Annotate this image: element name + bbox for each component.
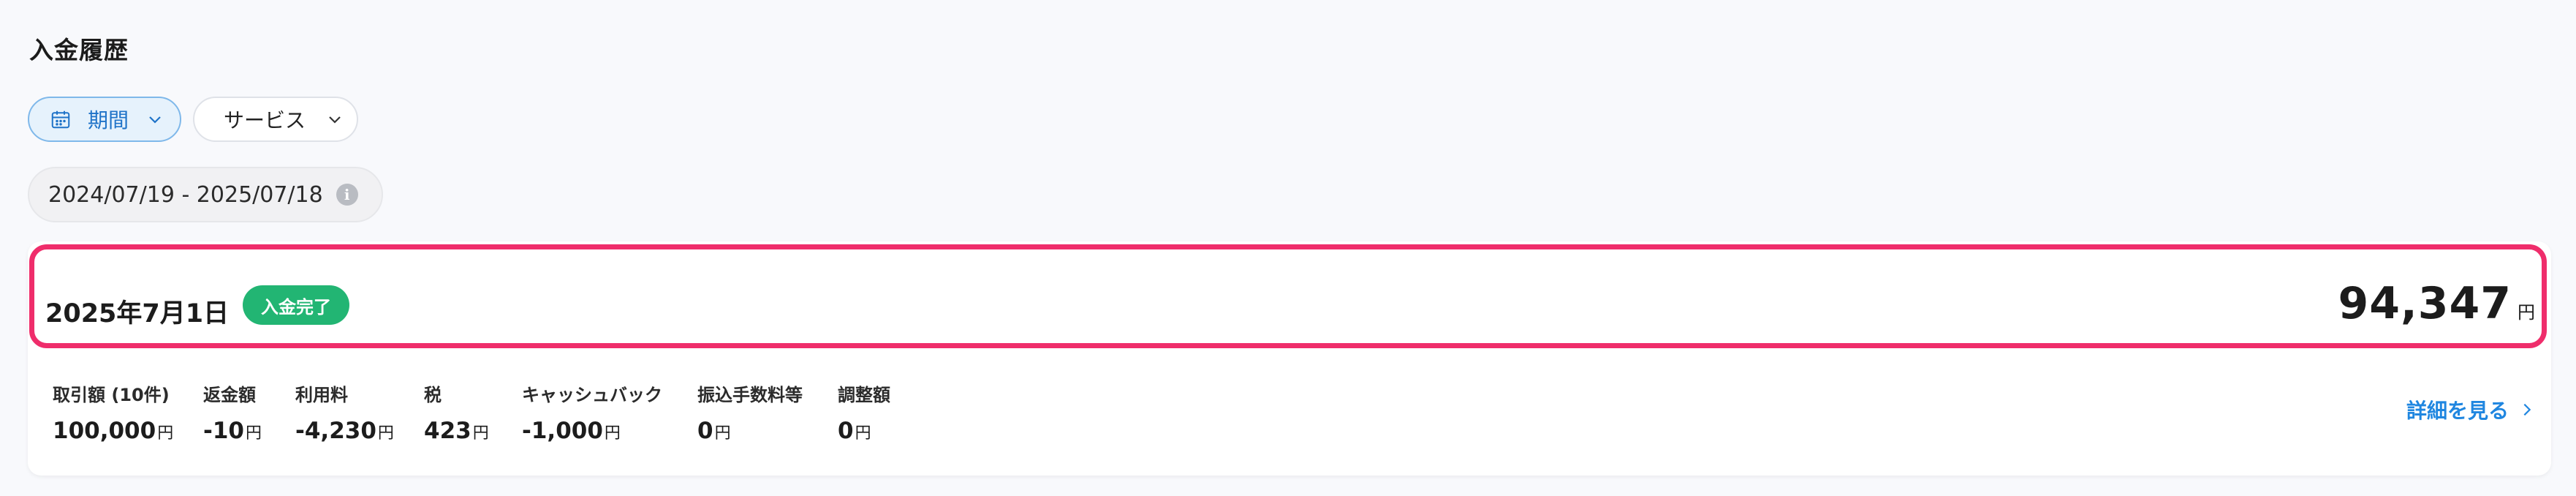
page-title: 入金履歴 — [29, 36, 129, 64]
breakdown-item-usage-fee: 利用料 -4,230円 — [295, 380, 394, 444]
chevron-down-icon — [329, 116, 341, 124]
deposit-date: 2025年7月1日 — [45, 299, 230, 328]
chevron-down-icon — [149, 116, 161, 124]
period-filter-button[interactable]: 期間 — [28, 97, 181, 142]
breakdown-item-cashback: キャッシュバック -1,000円 — [522, 380, 662, 444]
service-filter-label: サービス — [224, 108, 306, 132]
breakdown-label: 振込手数料等 — [697, 385, 803, 405]
deposit-amount-value: 94,347 — [2338, 278, 2512, 329]
info-icon[interactable]: i — [336, 184, 358, 206]
breakdown-label: 税 — [424, 385, 442, 405]
breakdown-item-tax: 税 423円 — [424, 380, 489, 444]
breakdown-label: キャッシュバック — [522, 385, 662, 405]
service-filter-button[interactable]: サービス — [193, 97, 358, 142]
deposit-card-header[interactable] — [29, 244, 2547, 348]
breakdown-value: -10円 — [203, 418, 262, 444]
period-filter-label: 期間 — [88, 108, 129, 132]
breakdown-item-refund: 返金額 -10円 — [203, 380, 262, 444]
view-details-link[interactable]: 詳細を見る — [2406, 395, 2535, 424]
breakdown-label: 返金額 — [203, 385, 256, 405]
deposit-amount: 94,347 円 — [2338, 278, 2535, 329]
breakdown-value: 423円 — [424, 418, 489, 444]
breakdown-value: 0円 — [838, 418, 871, 444]
breakdown-label: 調整額 — [838, 385, 890, 405]
breakdown-item-transaction: 取引額 (10件) 100,000円 — [53, 380, 173, 444]
breakdown-item-transfer-fee: 振込手数料等 0円 — [697, 380, 803, 444]
calendar-icon — [51, 110, 70, 129]
view-details-label: 詳細を見る — [2406, 399, 2509, 423]
breakdown-value: 0円 — [697, 418, 731, 444]
date-range-text: 2024/07/19 - 2025/07/18 — [48, 181, 323, 208]
breakdown-label: 利用料 — [295, 385, 348, 405]
deposit-card — [28, 241, 2551, 476]
currency-unit: 円 — [2518, 302, 2535, 323]
date-range-chip[interactable]: 2024/07/19 - 2025/07/18 i — [28, 167, 383, 222]
status-badge: 入金完了 — [243, 285, 349, 325]
breakdown-item-adjustment: 調整額 0円 — [838, 380, 890, 444]
breakdown-value: -1,000円 — [522, 418, 621, 444]
breakdown-value: 100,000円 — [53, 418, 174, 444]
breakdown-value: -4,230円 — [295, 418, 394, 444]
chevron-right-icon — [2523, 403, 2531, 416]
breakdown-label: 取引額 (10件) — [53, 385, 170, 405]
